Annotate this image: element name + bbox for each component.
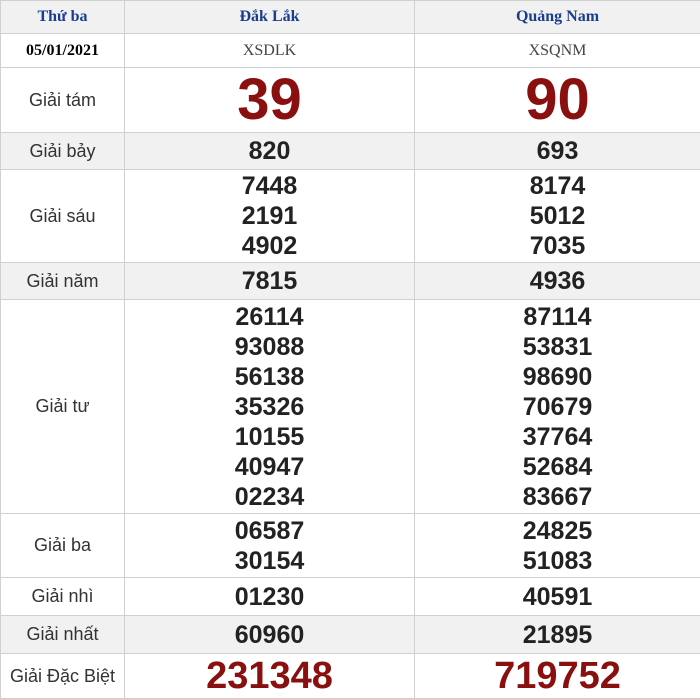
prize-number: 4936 [415,266,700,296]
province-code-dak-lak: XSDLK [125,34,415,68]
prize-numbers-g4-dak-lak: 26114 93088 56138 35326 10155 40947 0223… [125,300,415,514]
prize-label-g1: Giải nhất [1,616,125,654]
prize-number: 87114 [415,302,700,332]
prize-numbers-g8-quang-nam: 90 [415,68,700,133]
prize-row-g2: Giải nhì 01230 40591 [1,578,700,616]
prize-numbers-g6-quang-nam: 8174 5012 7035 [415,170,700,263]
prize-number: 2191 [125,201,414,231]
draw-date: 05/01/2021 [1,34,125,68]
prize-number: 40947 [125,452,414,482]
prize-label-g4: Giải tư [1,300,125,514]
prize-row-g1: Giải nhất 60960 21895 [1,616,700,654]
prize-number: 719752 [494,655,621,697]
province-name-quang-nam[interactable]: Quảng Nam [415,1,700,34]
prize-label-g2: Giải nhì [1,578,125,616]
prize-numbers-g7-quang-nam: 693 [415,133,700,170]
header-row-codes: 05/01/2021 XSDLK XSQNM [1,34,700,68]
prize-number: 51083 [415,546,700,576]
prize-row-g7: Giải bảy 820 693 [1,133,700,170]
prize-number: 26114 [125,302,414,332]
prize-number: 8174 [415,171,700,201]
prize-number: 7035 [415,231,700,261]
prize-number: 7448 [125,171,414,201]
prize-numbers-g6-dak-lak: 7448 2191 4902 [125,170,415,263]
prize-number: 39 [237,68,302,133]
lottery-results-table: Thứ ba Đắk Lắk Quảng Nam 05/01/2021 XSDL… [0,0,700,699]
prize-numbers-g2-dak-lak: 01230 [125,578,415,616]
prize-row-g8: Giải tám 39 90 [1,68,700,133]
prize-number: 60960 [125,620,414,650]
prize-numbers-g5-quang-nam: 4936 [415,263,700,300]
prize-row-special: Giải Đặc Biệt 231348 719752 [1,654,700,699]
prize-numbers-g3-quang-nam: 24825 51083 [415,514,700,578]
prize-number: 37764 [415,422,700,452]
prize-number: 10155 [125,422,414,452]
prize-label-special: Giải Đặc Biệt [1,654,125,699]
prize-numbers-g2-quang-nam: 40591 [415,578,700,616]
prize-number: 21895 [415,620,700,650]
prize-number: 4902 [125,231,414,261]
prize-label-g6: Giải sáu [1,170,125,263]
prize-label-g8: Giải tám [1,68,125,133]
prize-number: 693 [415,136,700,166]
prize-number: 53831 [415,332,700,362]
prize-row-g5: Giải năm 7815 4936 [1,263,700,300]
prize-number: 820 [125,136,414,166]
prize-number: 35326 [125,392,414,422]
prize-numbers-special-dak-lak: 231348 [125,654,415,699]
header-row-provinces: Thứ ba Đắk Lắk Quảng Nam [1,1,700,34]
prize-number: 52684 [415,452,700,482]
province-code-quang-nam: XSQNM [415,34,700,68]
prize-number: 01230 [125,582,414,612]
prize-number: 5012 [415,201,700,231]
prize-number: 56138 [125,362,414,392]
prize-numbers-g4-quang-nam: 87114 53831 98690 70679 37764 52684 8366… [415,300,700,514]
prize-numbers-g1-quang-nam: 21895 [415,616,700,654]
prize-number: 02234 [125,482,414,512]
prize-number: 90 [525,68,590,133]
prize-row-g3: Giải ba 06587 30154 24825 51083 [1,514,700,578]
prize-numbers-g8-dak-lak: 39 [125,68,415,133]
prize-row-g4: Giải tư 26114 93088 56138 35326 10155 40… [1,300,700,514]
prize-number: 24825 [415,516,700,546]
prize-number: 231348 [206,655,333,697]
prize-numbers-g7-dak-lak: 820 [125,133,415,170]
prize-number: 93088 [125,332,414,362]
province-name-dak-lak[interactable]: Đắk Lắk [125,1,415,34]
prize-numbers-special-quang-nam: 719752 [415,654,700,699]
prize-label-g3: Giải ba [1,514,125,578]
prize-numbers-g3-dak-lak: 06587 30154 [125,514,415,578]
prize-number: 06587 [125,516,414,546]
prize-number: 40591 [415,582,700,612]
prize-number: 30154 [125,546,414,576]
prize-number: 70679 [415,392,700,422]
prize-number: 7815 [125,266,414,296]
prize-number: 98690 [415,362,700,392]
prize-number: 83667 [415,482,700,512]
prize-numbers-g5-dak-lak: 7815 [125,263,415,300]
prize-label-g5: Giải năm [1,263,125,300]
prize-row-g6: Giải sáu 7448 2191 4902 8174 5012 7035 [1,170,700,263]
day-of-week: Thứ ba [1,1,125,34]
prize-numbers-g1-dak-lak: 60960 [125,616,415,654]
prize-label-g7: Giải bảy [1,133,125,170]
